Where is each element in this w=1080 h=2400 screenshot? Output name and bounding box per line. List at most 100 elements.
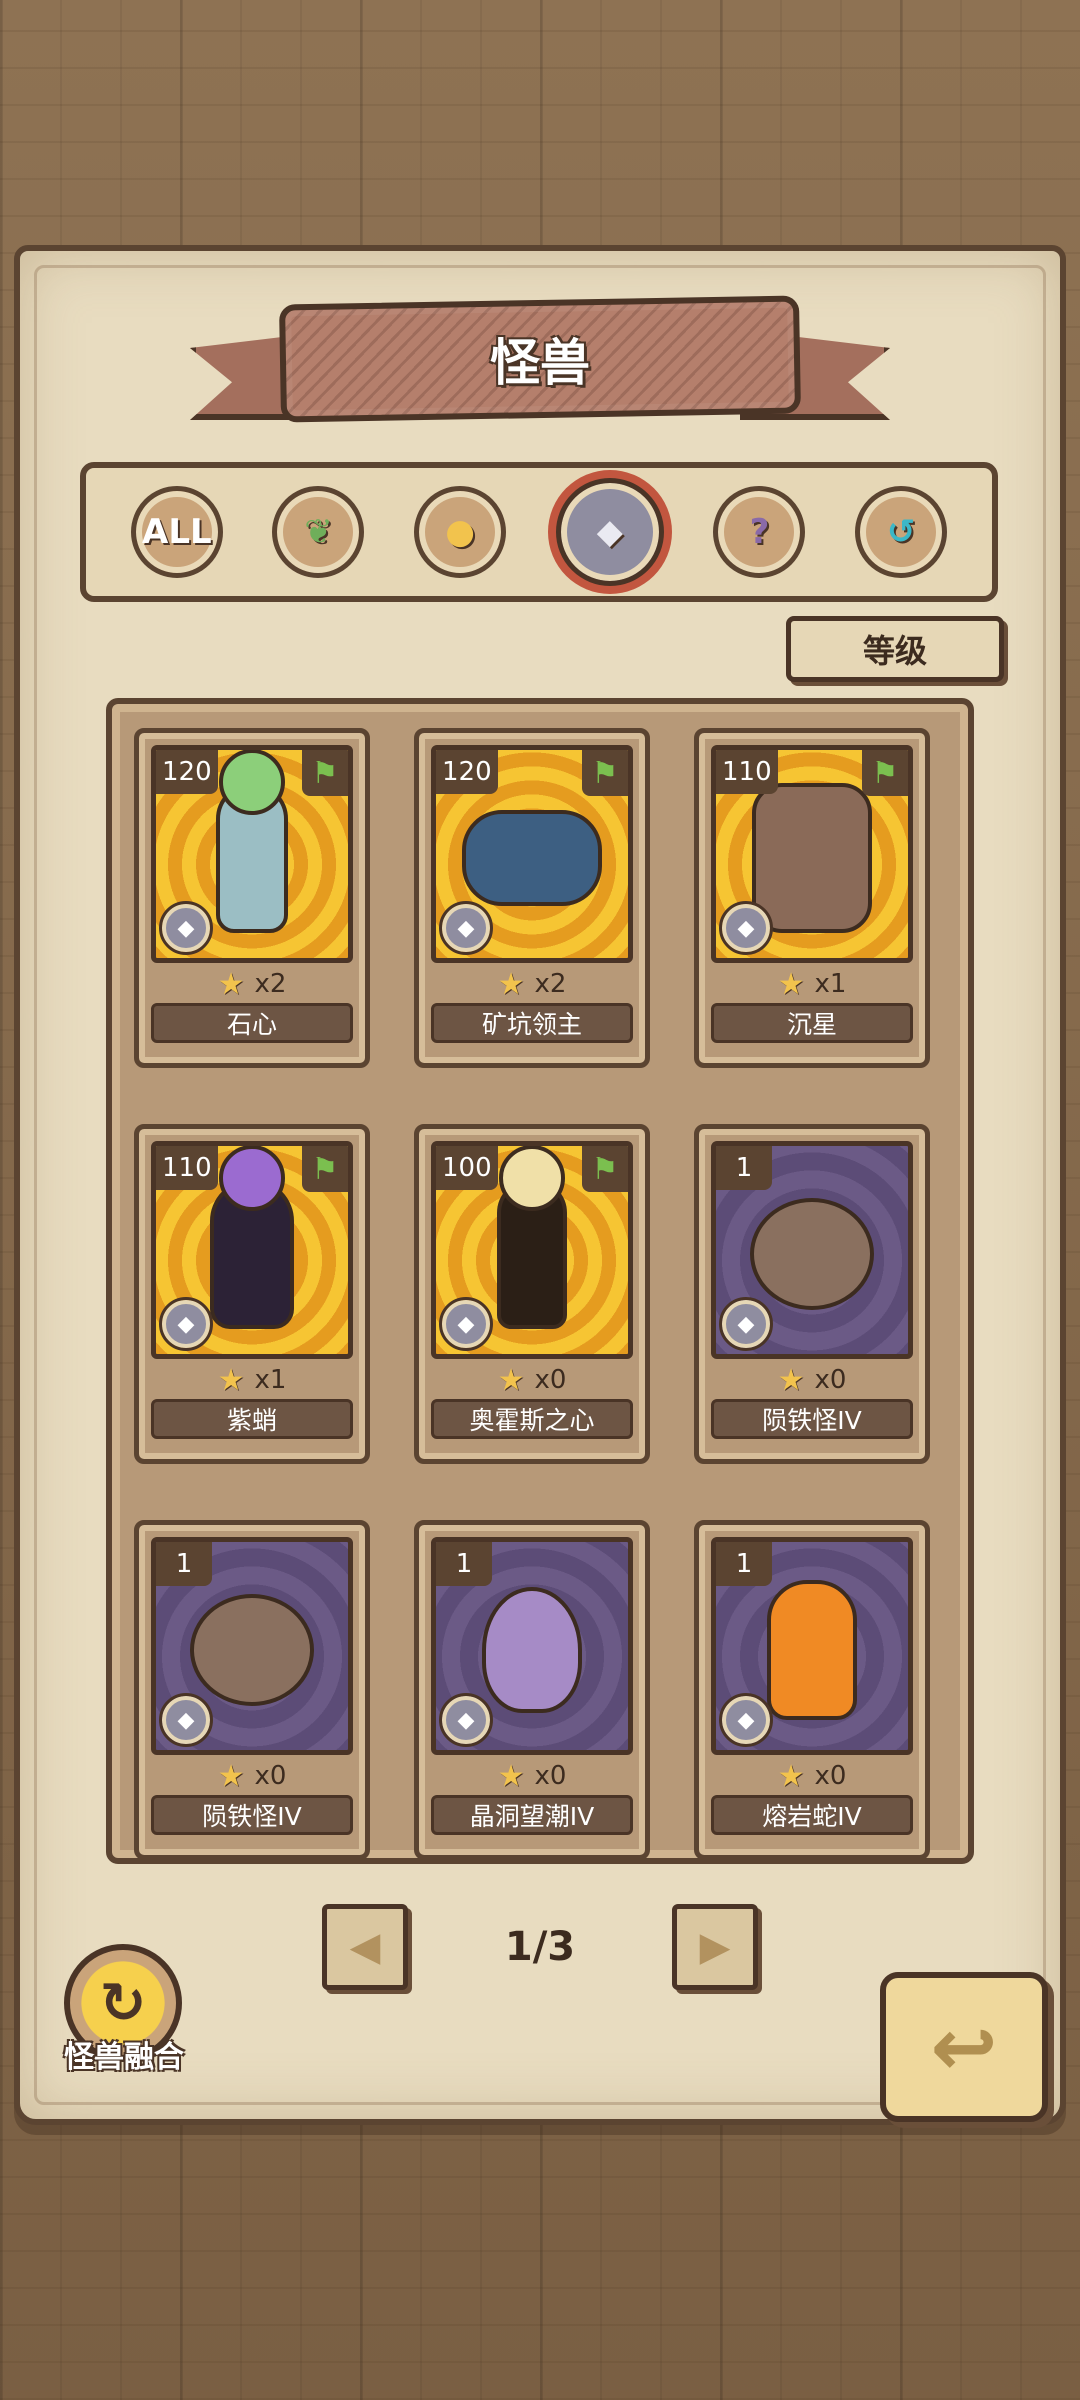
monster-name: 石心 bbox=[151, 1003, 353, 1043]
crystal-type-icon: ◆ bbox=[159, 901, 213, 955]
star-icon: ★ bbox=[217, 966, 245, 1002]
monster-art bbox=[752, 783, 872, 934]
flag-icon: ⚑ bbox=[302, 750, 348, 796]
star-count: ★ x0 bbox=[711, 1757, 913, 1795]
crystal-type-icon: ◆ bbox=[439, 901, 493, 955]
star-icon: ★ bbox=[497, 1758, 525, 1794]
star-count: ★ x0 bbox=[431, 1361, 633, 1399]
monster-portrait: 1 ◆ bbox=[151, 1537, 353, 1755]
crystal-type-icon: ◆ bbox=[719, 1693, 773, 1747]
page-title: 怪兽 bbox=[490, 334, 590, 392]
monster-card[interactable]: 120 ⚑ ◆ ★ x2 矿坑领主 bbox=[414, 728, 650, 1068]
monster-portrait: 1 ◆ bbox=[711, 1537, 913, 1755]
star-count-value: x1 bbox=[814, 969, 847, 999]
monster-name: 紫蛸 bbox=[151, 1399, 353, 1439]
monster-name: 奥霍斯之心 bbox=[431, 1399, 633, 1439]
crystal-type-icon: ◆ bbox=[439, 1297, 493, 1351]
monster-card[interactable]: 1 ◆ ★ x0 晶洞望潮IV bbox=[414, 1520, 650, 1860]
star-icon: ★ bbox=[777, 966, 805, 1002]
monster-card[interactable]: 120 ⚑ ◆ ★ x2 石心 bbox=[134, 728, 370, 1068]
monster-name: 矿坑领主 bbox=[431, 1003, 633, 1043]
monster-card[interactable]: 1 ◆ ★ x0 陨铁怪IV bbox=[134, 1520, 370, 1860]
star-count: ★ x0 bbox=[431, 1757, 633, 1795]
flag-icon: ⚑ bbox=[582, 750, 628, 796]
monster-portrait: 1 ◆ bbox=[431, 1537, 633, 1755]
flag-icon: ⚑ bbox=[302, 1146, 348, 1192]
filter-unknown-button[interactable]: ? bbox=[713, 486, 806, 578]
monster-portrait: 110 ⚑ ◆ bbox=[151, 1141, 353, 1359]
monster-art bbox=[462, 810, 602, 907]
monster-portrait: 1 ◆ bbox=[711, 1141, 913, 1359]
monster-art bbox=[497, 1179, 567, 1330]
star-count: ★ x2 bbox=[431, 965, 633, 1003]
arrow-left-icon: ◀ bbox=[349, 1924, 381, 1970]
monster-art bbox=[190, 1594, 314, 1707]
star-count-value: x0 bbox=[534, 1365, 567, 1395]
monster-name: 陨铁怪IV bbox=[711, 1399, 913, 1439]
monster-fusion-button[interactable]: ↻ 怪兽融合 bbox=[54, 1944, 194, 2084]
monster-art bbox=[216, 783, 288, 934]
crystal-type-icon: ◆ bbox=[719, 1297, 773, 1351]
monster-level: 1 bbox=[716, 1542, 772, 1586]
star-count-value: x0 bbox=[814, 1761, 847, 1791]
star-count: ★ x0 bbox=[711, 1361, 913, 1399]
crystal-type-icon: ◆ bbox=[159, 1297, 213, 1351]
hook-icon: ↺ bbox=[886, 512, 916, 552]
star-count-value: x2 bbox=[254, 969, 287, 999]
star-count: ★ x0 bbox=[151, 1757, 353, 1795]
star-count-value: x2 bbox=[534, 969, 567, 999]
star-icon: ★ bbox=[777, 1362, 805, 1398]
monster-grid: 120 ⚑ ◆ ★ x2 石心 120 ⚑ ◆ ★ x2 矿坑领主 110 ⚑ … bbox=[134, 728, 946, 1860]
monster-name: 陨铁怪IV bbox=[151, 1795, 353, 1835]
crystal-type-icon: ◆ bbox=[439, 1693, 493, 1747]
filter-mech-button[interactable]: ↺ bbox=[855, 486, 948, 578]
monster-level: 110 bbox=[716, 750, 778, 794]
monster-portrait: 120 ⚑ ◆ bbox=[151, 745, 353, 963]
monster-card[interactable]: 110 ⚑ ◆ ★ x1 紫蛸 bbox=[134, 1124, 370, 1464]
star-count-value: x1 bbox=[254, 1365, 287, 1395]
star-icon: ★ bbox=[497, 1362, 525, 1398]
back-button[interactable]: ↩ bbox=[880, 1972, 1048, 2122]
star-icon: ★ bbox=[217, 1758, 245, 1794]
star-count: ★ x1 bbox=[711, 965, 913, 1003]
filter-all-button[interactable]: ALL bbox=[130, 486, 223, 578]
star-count-value: x0 bbox=[254, 1761, 287, 1791]
return-arrow-icon: ↩ bbox=[930, 2000, 998, 2094]
monster-name: 熔岩蛇IV bbox=[711, 1795, 913, 1835]
monster-card[interactable]: 1 ◆ ★ x0 熔岩蛇IV bbox=[694, 1520, 930, 1860]
filter-beast-button[interactable]: ● bbox=[414, 486, 507, 578]
question-icon: ? bbox=[749, 512, 770, 552]
monster-level: 100 bbox=[436, 1146, 498, 1190]
monster-portrait: 120 ⚑ ◆ bbox=[431, 745, 633, 963]
monster-card[interactable]: 100 ⚑ ◆ ★ x0 奥霍斯之心 bbox=[414, 1124, 650, 1464]
monster-portrait: 110 ⚑ ◆ bbox=[711, 745, 913, 963]
arrow-right-icon: ▶ bbox=[699, 1924, 731, 1970]
fusion-label: 怪兽融合 bbox=[64, 2040, 184, 2075]
next-page-button[interactable]: ▶ bbox=[672, 1904, 758, 1990]
crystal-icon: ◆ bbox=[596, 512, 623, 552]
star-icon: ★ bbox=[497, 966, 525, 1002]
monster-name: 沉星 bbox=[711, 1003, 913, 1043]
monster-art bbox=[210, 1179, 294, 1330]
monster-level: 1 bbox=[716, 1146, 772, 1190]
filter-plant-button[interactable]: ❦ bbox=[272, 486, 365, 578]
monster-name: 晶洞望潮IV bbox=[431, 1795, 633, 1835]
monster-level: 1 bbox=[436, 1542, 492, 1586]
monster-portrait: 100 ⚑ ◆ bbox=[431, 1141, 633, 1359]
monster-art bbox=[482, 1587, 582, 1714]
filter-mineral-button[interactable]: ◆ bbox=[555, 478, 664, 586]
monster-level: 1 bbox=[156, 1542, 212, 1586]
monster-card[interactable]: 1 ◆ ★ x0 陨铁怪IV bbox=[694, 1124, 930, 1464]
crystal-type-icon: ◆ bbox=[159, 1693, 213, 1747]
sort-by-level-button[interactable]: 等级 bbox=[786, 616, 1004, 682]
monster-card[interactable]: 110 ⚑ ◆ ★ x1 沉星 bbox=[694, 728, 930, 1068]
monster-level: 110 bbox=[156, 1146, 218, 1190]
paw-icon: ● bbox=[445, 512, 475, 552]
previous-page-button[interactable]: ◀ bbox=[322, 1904, 408, 1990]
leaf-icon: ❦ bbox=[304, 512, 333, 552]
crystal-type-icon: ◆ bbox=[719, 901, 773, 955]
flag-icon: ⚑ bbox=[582, 1146, 628, 1192]
monster-art bbox=[767, 1580, 857, 1721]
star-icon: ★ bbox=[777, 1758, 805, 1794]
all-icon: ALL bbox=[142, 512, 212, 552]
